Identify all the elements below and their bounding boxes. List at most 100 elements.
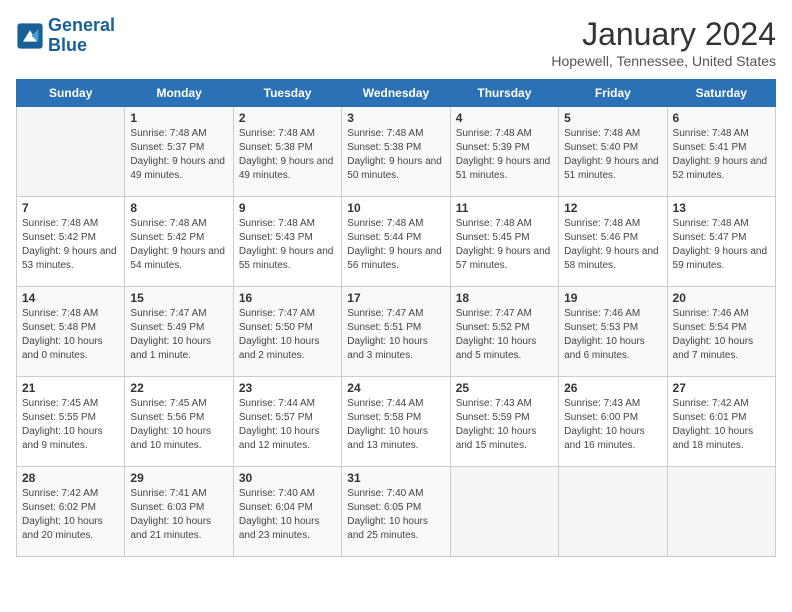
- day-info: Sunrise: 7:40 AMSunset: 6:04 PMDaylight:…: [239, 487, 336, 543]
- calendar-cell: 4 Sunrise: 7:48 AMSunset: 5:39 PMDaylight…: [450, 107, 558, 197]
- day-info: Sunrise: 7:48 AMSunset: 5:37 PMDaylight:…: [130, 127, 227, 183]
- day-info: Sunrise: 7:43 AMSunset: 5:59 PMDaylight:…: [456, 397, 553, 453]
- day-number: 31: [347, 471, 444, 485]
- day-info: Sunrise: 7:47 AMSunset: 5:52 PMDaylight:…: [456, 307, 553, 363]
- calendar-cell: [450, 467, 558, 557]
- day-info: Sunrise: 7:42 AMSunset: 6:01 PMDaylight:…: [673, 397, 770, 453]
- calendar-cell: 1Sunrise: 7:48 AMSunset: 5:37 PMDaylight…: [125, 107, 233, 197]
- day-number: 3: [347, 111, 444, 125]
- day-number: 2: [239, 111, 336, 125]
- day-number: 27: [673, 381, 770, 395]
- day-number: 15: [130, 291, 227, 305]
- day-number: 23: [239, 381, 336, 395]
- day-info: Sunrise: 7:41 AMSunset: 6:03 PMDaylight:…: [130, 487, 227, 543]
- calendar-cell: 31 Sunrise: 7:40 AMSunset: 6:05 PMDayligh…: [342, 467, 450, 557]
- calendar-cell: 13 Sunrise: 7:48 AMSunset: 5:47 PMDayligh…: [667, 197, 775, 287]
- title-block: January 2024 Hopewell, Tennessee, United…: [551, 16, 776, 69]
- calendar-week-row: 14 Sunrise: 7:48 AMSunset: 5:48 PMDayligh…: [17, 287, 776, 377]
- day-info: Sunrise: 7:48 AMSunset: 5:48 PMDaylight:…: [22, 307, 119, 363]
- day-info: Sunrise: 7:44 AMSunset: 5:58 PMDaylight:…: [347, 397, 444, 453]
- calendar-cell: 28Sunrise: 7:42 AMSunset: 6:02 PMDayligh…: [17, 467, 125, 557]
- day-number: 30: [239, 471, 336, 485]
- day-number: 11: [456, 201, 553, 215]
- calendar-cell: 27 Sunrise: 7:42 AMSunset: 6:01 PMDayligh…: [667, 377, 775, 467]
- day-info: Sunrise: 7:47 AMSunset: 5:49 PMDaylight:…: [130, 307, 227, 363]
- weekday-header: Friday: [559, 80, 667, 107]
- day-info: Sunrise: 7:48 AMSunset: 5:38 PMDaylight:…: [347, 127, 444, 183]
- month-title: January 2024: [551, 16, 776, 53]
- day-info: Sunrise: 7:48 AMSunset: 5:43 PMDaylight:…: [239, 217, 336, 273]
- calendar-cell: [17, 107, 125, 197]
- calendar-cell: 11 Sunrise: 7:48 AMSunset: 5:45 PMDayligh…: [450, 197, 558, 287]
- day-number: 12: [564, 201, 661, 215]
- calendar-cell: 22 Sunrise: 7:45 AMSunset: 5:56 PMDayligh…: [125, 377, 233, 467]
- day-number: 24: [347, 381, 444, 395]
- calendar-cell: 5 Sunrise: 7:48 AMSunset: 5:40 PMDaylight…: [559, 107, 667, 197]
- weekday-header: Tuesday: [233, 80, 341, 107]
- day-number: 13: [673, 201, 770, 215]
- calendar-cell: 24 Sunrise: 7:44 AMSunset: 5:58 PMDayligh…: [342, 377, 450, 467]
- day-info: Sunrise: 7:48 AMSunset: 5:47 PMDaylight:…: [673, 217, 770, 273]
- logo-icon: [16, 22, 44, 50]
- weekday-header: Sunday: [17, 80, 125, 107]
- day-number: 4: [456, 111, 553, 125]
- calendar-cell: 20Sunrise: 7:46 AMSunset: 5:54 PMDayligh…: [667, 287, 775, 377]
- page-header: General Blue January 2024 Hopewell, Tenn…: [16, 16, 776, 69]
- calendar-cell: 25 Sunrise: 7:43 AMSunset: 5:59 PMDayligh…: [450, 377, 558, 467]
- calendar-cell: 10Sunrise: 7:48 AMSunset: 5:44 PMDayligh…: [342, 197, 450, 287]
- logo: General Blue: [16, 16, 115, 56]
- calendar-cell: 17Sunrise: 7:47 AMSunset: 5:51 PMDayligh…: [342, 287, 450, 377]
- day-info: Sunrise: 7:48 AMSunset: 5:39 PMDaylight:…: [456, 127, 553, 183]
- day-number: 25: [456, 381, 553, 395]
- calendar-cell: 23 Sunrise: 7:44 AMSunset: 5:57 PMDayligh…: [233, 377, 341, 467]
- day-info: Sunrise: 7:40 AMSunset: 6:05 PMDaylight:…: [347, 487, 444, 543]
- day-info: Sunrise: 7:46 AMSunset: 5:54 PMDaylight:…: [673, 307, 770, 363]
- location: Hopewell, Tennessee, United States: [551, 53, 776, 69]
- calendar-cell: 29 Sunrise: 7:41 AMSunset: 6:03 PMDayligh…: [125, 467, 233, 557]
- day-info: Sunrise: 7:48 AMSunset: 5:45 PMDaylight:…: [456, 217, 553, 273]
- day-info: Sunrise: 7:48 AMSunset: 5:46 PMDaylight:…: [564, 217, 661, 273]
- day-number: 19: [564, 291, 661, 305]
- weekday-header-row: SundayMondayTuesdayWednesdayThursdayFrid…: [17, 80, 776, 107]
- weekday-header: Saturday: [667, 80, 775, 107]
- day-number: 5: [564, 111, 661, 125]
- calendar-cell: 2 Sunrise: 7:48 AMSunset: 5:38 PMDaylight…: [233, 107, 341, 197]
- calendar-week-row: 28Sunrise: 7:42 AMSunset: 6:02 PMDayligh…: [17, 467, 776, 557]
- calendar-cell: 3 Sunrise: 7:48 AMSunset: 5:38 PMDaylight…: [342, 107, 450, 197]
- calendar-cell: 8Sunrise: 7:48 AMSunset: 5:42 PMDaylight…: [125, 197, 233, 287]
- weekday-header: Thursday: [450, 80, 558, 107]
- day-info: Sunrise: 7:48 AMSunset: 5:41 PMDaylight:…: [673, 127, 770, 183]
- day-number: 9: [239, 201, 336, 215]
- day-number: 29: [130, 471, 227, 485]
- day-info: Sunrise: 7:48 AMSunset: 5:40 PMDaylight:…: [564, 127, 661, 183]
- day-number: 17: [347, 291, 444, 305]
- day-info: Sunrise: 7:44 AMSunset: 5:57 PMDaylight:…: [239, 397, 336, 453]
- day-info: Sunrise: 7:48 AMSunset: 5:42 PMDaylight:…: [22, 217, 119, 273]
- logo-line2: Blue: [48, 35, 87, 55]
- day-number: 14: [22, 291, 119, 305]
- calendar-cell: 9 Sunrise: 7:48 AMSunset: 5:43 PMDaylight…: [233, 197, 341, 287]
- day-info: Sunrise: 7:45 AMSunset: 5:56 PMDaylight:…: [130, 397, 227, 453]
- weekday-header: Wednesday: [342, 80, 450, 107]
- day-info: Sunrise: 7:45 AMSunset: 5:55 PMDaylight:…: [22, 397, 119, 453]
- day-number: 28: [22, 471, 119, 485]
- calendar-cell: [667, 467, 775, 557]
- calendar-cell: [559, 467, 667, 557]
- calendar-cell: 19Sunrise: 7:46 AMSunset: 5:53 PMDayligh…: [559, 287, 667, 377]
- calendar-cell: 12 Sunrise: 7:48 AMSunset: 5:46 PMDayligh…: [559, 197, 667, 287]
- calendar-cell: 16 Sunrise: 7:47 AMSunset: 5:50 PMDayligh…: [233, 287, 341, 377]
- calendar-cell: 18Sunrise: 7:47 AMSunset: 5:52 PMDayligh…: [450, 287, 558, 377]
- calendar-table: SundayMondayTuesdayWednesdayThursdayFrid…: [16, 79, 776, 557]
- calendar-cell: 26Sunrise: 7:43 AMSunset: 6:00 PMDayligh…: [559, 377, 667, 467]
- day-number: 26: [564, 381, 661, 395]
- day-info: Sunrise: 7:48 AMSunset: 5:42 PMDaylight:…: [130, 217, 227, 273]
- day-number: 21: [22, 381, 119, 395]
- day-info: Sunrise: 7:47 AMSunset: 5:50 PMDaylight:…: [239, 307, 336, 363]
- day-info: Sunrise: 7:48 AMSunset: 5:38 PMDaylight:…: [239, 127, 336, 183]
- day-number: 22: [130, 381, 227, 395]
- calendar-week-row: 1Sunrise: 7:48 AMSunset: 5:37 PMDaylight…: [17, 107, 776, 197]
- calendar-cell: 6Sunrise: 7:48 AMSunset: 5:41 PMDaylight…: [667, 107, 775, 197]
- calendar-cell: 30 Sunrise: 7:40 AMSunset: 6:04 PMDayligh…: [233, 467, 341, 557]
- weekday-header: Monday: [125, 80, 233, 107]
- day-number: 16: [239, 291, 336, 305]
